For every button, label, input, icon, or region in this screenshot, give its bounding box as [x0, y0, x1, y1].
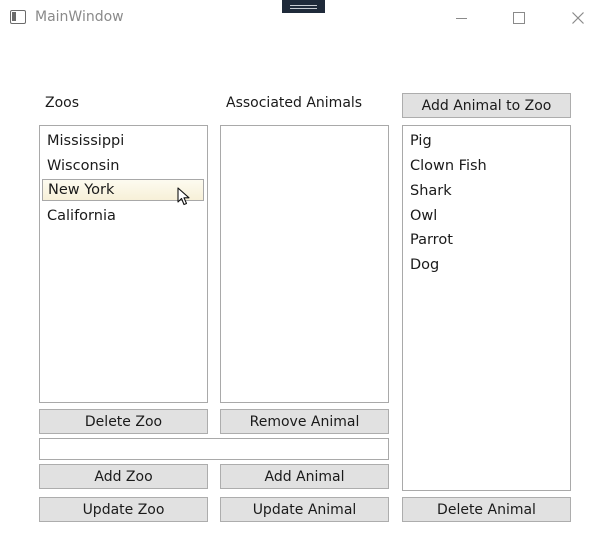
associated-animals-listbox[interactable] [220, 125, 389, 403]
close-icon [572, 12, 584, 24]
snap-layout-handle[interactable] [282, 0, 325, 13]
list-item[interactable]: Wisconsin [47, 156, 119, 176]
zoos-label: Zoos [45, 95, 80, 111]
associated-animals-label: Associated Animals [226, 95, 363, 111]
close-button[interactable] [555, 0, 601, 36]
mouse-cursor-icon [177, 187, 190, 206]
animals-listbox[interactable]: Pig Clown Fish Shark Owl Parrot Dog [402, 125, 571, 491]
window-title: MainWindow [35, 9, 124, 25]
list-item[interactable]: Owl [410, 206, 437, 226]
title-bar: MainWindow [0, 0, 608, 36]
list-item[interactable]: Clown Fish [410, 156, 487, 176]
list-item[interactable]: Shark [410, 181, 452, 201]
add-animal-button[interactable]: Add Animal [220, 464, 389, 489]
list-item[interactable]: Pig [410, 131, 432, 151]
delete-animal-button[interactable]: Delete Animal [402, 497, 571, 522]
app-icon [10, 10, 26, 24]
update-zoo-button[interactable]: Update Zoo [39, 497, 208, 522]
list-item[interactable]: California [47, 206, 116, 226]
name-input[interactable] [39, 438, 389, 460]
list-item[interactable]: Dog [410, 255, 439, 275]
add-animal-to-zoo-button[interactable]: Add Animal to Zoo [402, 93, 571, 118]
list-item[interactable]: Mississippi [47, 131, 124, 151]
delete-zoo-button[interactable]: Delete Zoo [39, 409, 208, 434]
zoos-listbox[interactable]: Mississippi Wisconsin New York Californi… [39, 125, 208, 403]
minimize-icon [455, 17, 467, 19]
list-item[interactable]: Parrot [410, 230, 453, 250]
maximize-button[interactable] [496, 0, 542, 36]
add-zoo-button[interactable]: Add Zoo [39, 464, 208, 489]
maximize-icon [513, 12, 525, 24]
remove-animal-button[interactable]: Remove Animal [220, 409, 389, 434]
minimize-button[interactable] [438, 0, 484, 36]
update-animal-button[interactable]: Update Animal [220, 497, 389, 522]
